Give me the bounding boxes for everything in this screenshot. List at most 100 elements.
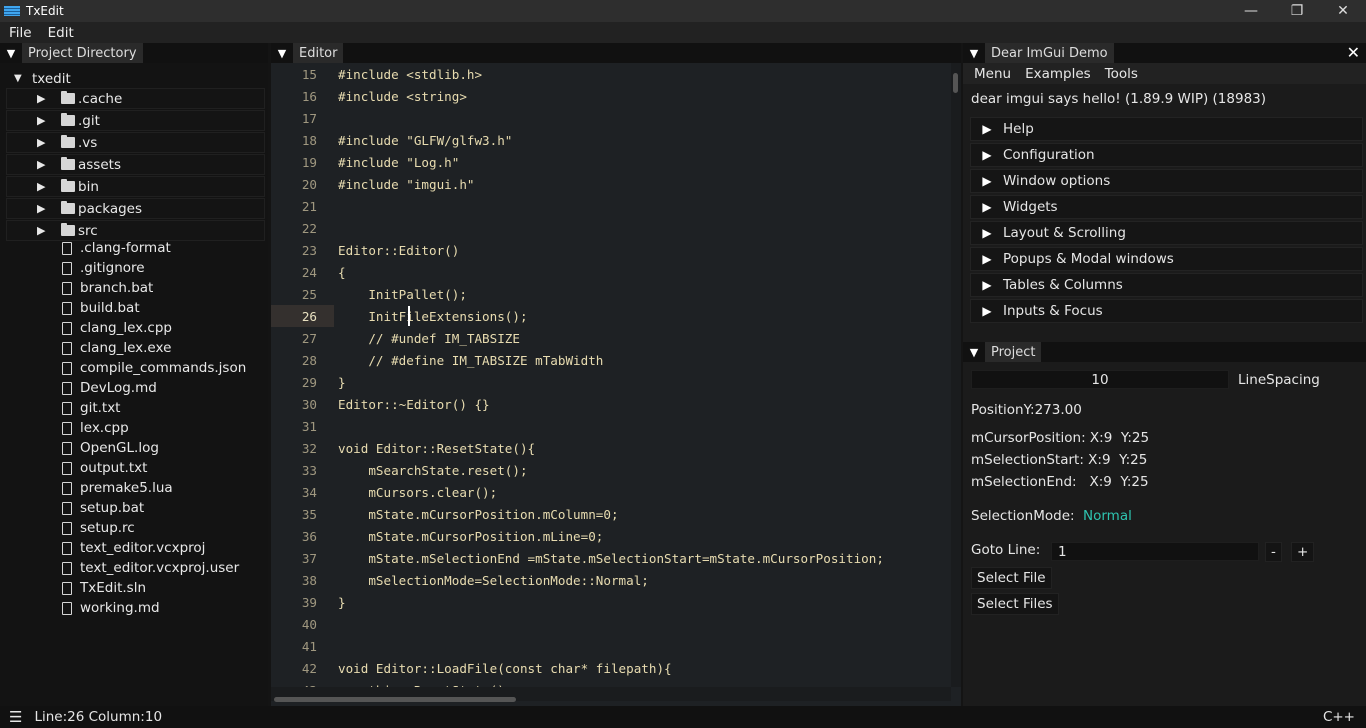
code-line[interactable]: 19 #include "Log.h" [271,151,951,173]
tree-file[interactable]: lex.cpp [6,418,265,438]
code-text: // #undef IM_TABSIZE [338,330,520,346]
vertical-scrollbar[interactable] [951,63,961,687]
file-label: clang_lex.exe [80,340,172,356]
code-line[interactable]: 33 mSearchState.reset(); [271,459,951,481]
tree-folder[interactable]: ▶ .vs [6,132,265,153]
collapsing-header[interactable]: ▶ Layout & Scrolling [970,221,1363,245]
code-line[interactable]: 28 // #define IM_TABSIZE mTabWidth [271,349,951,371]
code-line[interactable]: 34 mCursors.clear(); [271,481,951,503]
code-line[interactable]: 38 mSelectionMode=SelectionMode::Normal; [271,569,951,591]
menu-examples[interactable]: Examples [1025,66,1091,82]
folder-label: packages [78,200,143,217]
tree-file[interactable]: output.txt [6,458,265,478]
menu-file[interactable]: File [9,25,32,41]
code-line[interactable]: 27 // #undef IM_TABSIZE [271,327,951,349]
tree-file[interactable]: text_editor.vcxproj [6,538,265,558]
tree-file[interactable]: build.bat [6,298,265,318]
collapsing-header[interactable]: ▶ Tables & Columns [970,273,1363,297]
file-icon [62,281,72,295]
file-label: setup.bat [80,500,145,516]
collapsing-header[interactable]: ▶ Popups & Modal windows [970,247,1363,271]
goto-line-input[interactable]: 1 [1051,542,1259,561]
code-line[interactable]: 15 #include <stdlib.h> [271,63,951,85]
collapse-icon[interactable]: ▼ [963,346,985,359]
code-line[interactable]: 29} [271,371,951,393]
tree-file[interactable]: TxEdit.sln [6,578,265,598]
tree-file[interactable]: text_editor.vcxproj.user [6,558,265,578]
collapsing-header[interactable]: ▶ Widgets [970,195,1363,219]
code-line[interactable]: 25 InitPallet(); [271,283,951,305]
line-spacing-input[interactable]: 10 [971,370,1229,389]
tree-folder[interactable]: ▶ bin [6,176,265,197]
code-line[interactable]: 37 mState.mSelectionEnd =mState.mSelecti… [271,547,951,569]
vertical-scroll-thumb[interactable] [953,73,958,93]
tree-file[interactable]: branch.bat [6,278,265,298]
increment-button[interactable]: + [1291,542,1315,562]
tree-file[interactable]: .gitignore [6,258,265,278]
collapse-icon[interactable]: ▼ [271,47,293,60]
code-text: mCursors.clear(); [338,484,498,500]
tree-file[interactable]: compile_commands.json [6,358,265,378]
code-line[interactable]: 16 #include <string> [271,85,951,107]
tree-file[interactable]: git.txt [6,398,265,418]
code-line[interactable]: 43 this->ResetState(); [271,679,951,688]
code-line[interactable]: 31 [271,415,951,437]
code-text: #include "Log.h" [338,154,460,170]
tree-root[interactable]: ▼ txedit [0,68,259,89]
tree-file[interactable]: working.md [6,598,265,618]
tab-editor[interactable]: Editor [293,43,344,63]
tab-imgui-demo[interactable]: Dear ImGui Demo [985,43,1114,63]
select-file-button[interactable]: Select File [971,567,1052,589]
code-line[interactable]: 36 mState.mCursorPosition.mLine=0; [271,525,951,547]
collapse-icon[interactable]: ▼ [0,47,22,60]
select-files-button[interactable]: Select Files [971,593,1059,615]
tree-file[interactable]: premake5.lua [6,478,265,498]
hamburger-menu-icon[interactable]: ☰ [9,708,22,726]
tree-file[interactable]: setup.bat [6,498,265,518]
code-line[interactable]: 26 InitFileExtensions(); [271,305,951,327]
code-line[interactable]: 40 [271,613,951,635]
tab-project-directory[interactable]: Project Directory [22,43,143,63]
close-window-button[interactable]: ✕ [1320,0,1366,22]
tree-folder[interactable]: ▶ assets [6,154,265,175]
code-line[interactable]: 41 [271,635,951,657]
code-line[interactable]: 21 [271,195,951,217]
collapsing-header[interactable]: ▶ Configuration [970,143,1363,167]
code-line[interactable]: 20 #include "imgui.h" [271,173,951,195]
tab-project[interactable]: Project [985,342,1042,362]
tree-file[interactable]: setup.rc [6,518,265,538]
code-line[interactable]: 32 void Editor::ResetState(){ [271,437,951,459]
collapsing-header[interactable]: ▶ Window options [970,169,1363,193]
line-number: 33 [301,462,317,478]
collapsing-header[interactable]: ▶ Inputs & Focus [970,299,1363,323]
decrement-button[interactable]: - [1265,542,1282,562]
collapsing-header[interactable]: ▶ Help [970,117,1363,141]
code-line[interactable]: 30 Editor::~Editor() {} [271,393,951,415]
maximize-button[interactable]: ❐ [1274,0,1320,22]
minimize-button[interactable]: — [1228,0,1274,22]
code-line[interactable]: 42 void Editor::LoadFile(const char* file… [271,657,951,679]
menu-tools[interactable]: Tools [1105,66,1138,82]
code-line[interactable]: 17 [271,107,951,129]
tree-file[interactable]: clang_lex.exe [6,338,265,358]
collapse-icon[interactable]: ▼ [963,47,985,60]
horizontal-scroll-thumb[interactable] [274,697,516,702]
folder-icon [61,223,75,236]
code-line[interactable]: 24 { [271,261,951,283]
tree-folder[interactable]: ▶ .cache [6,88,265,109]
code-line[interactable]: 39} [271,591,951,613]
code-line[interactable]: 23 Editor::Editor() [271,239,951,261]
code-area[interactable]: 15 #include <stdlib.h> 16 #include <string>… [271,63,951,687]
tree-folder[interactable]: ▶ .git [6,110,265,131]
code-line[interactable]: 22 [271,217,951,239]
menu-menu[interactable]: Menu [974,66,1011,82]
code-line[interactable]: 35 mState.mCursorPosition.mColumn=0; [271,503,951,525]
tree-folder[interactable]: ▶ packages [6,198,265,219]
code-line[interactable]: 18 #include "GLFW/glfw3.h" [271,129,951,151]
menu-edit[interactable]: Edit [48,25,74,41]
tree-file[interactable]: clang_lex.cpp [6,318,265,338]
close-icon[interactable]: ✕ [1347,43,1360,63]
tree-file[interactable]: DevLog.md [6,378,265,398]
tree-file[interactable]: OpenGL.log [6,438,265,458]
tree-file[interactable]: .clang-format [6,238,265,258]
